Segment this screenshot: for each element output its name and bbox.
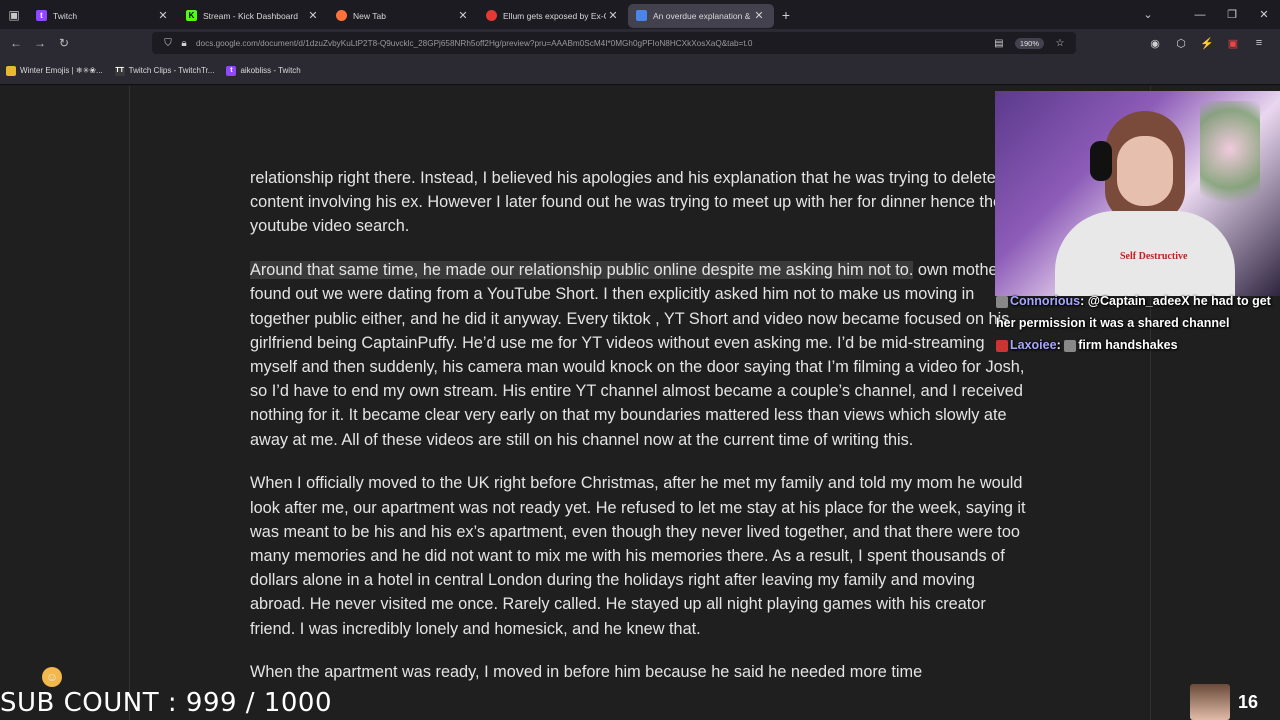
twitch-icon: t	[226, 65, 237, 76]
chat-text: firm handshakes	[1078, 338, 1178, 352]
chat-message: Laxoiee: firm handshakes	[996, 334, 1280, 356]
viewer-widget: 16	[1190, 684, 1258, 720]
shirt-text: Self Destructive	[1120, 251, 1188, 262]
selected-text[interactable]: Around that same time, he made our relat…	[250, 261, 914, 280]
forward-icon[interactable]: →	[28, 36, 52, 50]
lock-icon[interactable]: 🔒︎	[176, 38, 192, 49]
chevron-down-icon[interactable]: ⌄	[1132, 8, 1164, 21]
headset-icon	[1090, 141, 1112, 181]
address-bar[interactable]: ⛉ 🔒︎ docs.google.com/document/d/1dzuZvby…	[152, 32, 1076, 54]
sub-count: SUB COUNT : 999 / 1000	[0, 688, 332, 718]
close-icon[interactable]: ✕	[306, 9, 320, 22]
doc-paragraph[interactable]: relationship right there. Instead, I bel…	[250, 166, 1030, 239]
chat-username: Connorious	[1010, 294, 1081, 308]
doc-paragraph[interactable]: When the apartment was ready, I moved in…	[250, 660, 1030, 684]
document-body[interactable]: relationship right there. Instead, I bel…	[250, 166, 1030, 704]
minimize-icon[interactable]: —	[1184, 9, 1216, 21]
tab-strip: ▣ t Twitch ✕ K Stream - Kick Dashboard ✕…	[0, 0, 1280, 29]
emoji-icon: ☺	[42, 667, 62, 687]
reload-icon[interactable]: ↻	[52, 36, 76, 50]
extensions-icon[interactable]: ⬡	[1168, 37, 1194, 50]
toolbar-right: ◉ ⬡ ⚡ ▣ ≡	[1142, 29, 1272, 57]
folder-icon	[6, 65, 16, 76]
tab-new-tab[interactable]: New Tab ✕	[328, 4, 478, 28]
extension-icon[interactable]: ⚡	[1194, 37, 1220, 50]
doc-paragraph-continued[interactable]: own mother found out we were dating from…	[250, 261, 1024, 448]
user-badge-icon	[996, 295, 1008, 308]
streamer-face	[1117, 136, 1173, 206]
chat-username: Laxoiee	[1010, 338, 1057, 352]
youtube-icon	[486, 10, 497, 21]
tab-kick-dashboard[interactable]: K Stream - Kick Dashboard ✕	[178, 4, 328, 28]
close-window-icon[interactable]: ✕	[1248, 8, 1280, 21]
close-icon[interactable]: ✕	[456, 9, 470, 22]
chat-overlay: Connorious: @Captain_adeeX he had to get…	[996, 290, 1280, 356]
extension-red-icon[interactable]: ▣	[1220, 37, 1246, 50]
tab-title: Twitch	[53, 10, 78, 21]
shield-icon[interactable]: ⛉	[160, 38, 176, 49]
bookmark-star-icon[interactable]: ☆	[1052, 38, 1068, 49]
tab-title: Stream - Kick Dashboard	[203, 10, 298, 21]
bookmark-label: Twitch Clips - TwitchTr...	[128, 66, 215, 75]
account-icon[interactable]: ◉	[1142, 37, 1168, 50]
bookmark-twitch-clips[interactable]: TT Twitch Clips - TwitchTr...	[114, 65, 215, 76]
user-badge-icon	[996, 339, 1008, 352]
bookmark-winter-emojis[interactable]: Winter Emojis | ❄✳❀...	[6, 65, 103, 76]
chat-message: Connorious: @Captain_adeeX he had to get…	[996, 294, 1271, 330]
tab-title: Ellum gets exposed by Ex-GF Ca	[503, 10, 606, 21]
zoom-level[interactable]: 190%	[1014, 37, 1044, 49]
bookmarks-bar: Winter Emojis | ❄✳❀... TT Twitch Clips -…	[0, 57, 1280, 85]
doc-paragraph-highlighted[interactable]: Around that same time, he made our relat…	[250, 258, 1030, 452]
doc-paragraph[interactable]: When I officially moved to the UK right …	[250, 471, 1030, 640]
document-gutter	[0, 86, 130, 720]
maximize-icon[interactable]: ❐	[1216, 8, 1248, 21]
tab-twitch[interactable]: t Twitch ✕	[28, 4, 178, 28]
tab-title: New Tab	[353, 10, 386, 21]
close-icon[interactable]: ✕	[156, 9, 170, 22]
back-icon[interactable]: ←	[4, 36, 28, 50]
firefox-icon	[336, 10, 347, 21]
viewer-avatar	[1190, 684, 1230, 720]
kick-icon: K	[186, 10, 197, 21]
bookmark-label: aikobliss - Twitch	[240, 66, 301, 75]
christmas-tree	[1200, 101, 1260, 221]
google-docs-icon	[636, 10, 647, 21]
emote-icon	[1064, 339, 1077, 352]
tab-title: An overdue explanation & mov	[653, 10, 752, 21]
tab-youtube-video[interactable]: Ellum gets exposed by Ex-GF Ca ✕	[478, 4, 628, 28]
webcam-overlay: Self Destructive	[995, 91, 1280, 296]
window-controls: ⌄ — ❐ ✕	[1132, 0, 1280, 29]
url-text[interactable]: docs.google.com/document/d/1dzuZvbyKuLtP…	[192, 39, 991, 48]
close-icon[interactable]: ✕	[606, 9, 620, 22]
twitch-icon: t	[36, 10, 47, 21]
menu-icon[interactable]: ≡	[1246, 37, 1272, 49]
twitch-tracker-icon: TT	[114, 65, 125, 76]
close-icon[interactable]: ✕	[752, 9, 766, 22]
new-tab-button[interactable]: +	[774, 7, 798, 23]
tab-list-icon[interactable]: ▣	[0, 0, 28, 29]
navigation-bar: ← → ↻ ⛉ 🔒︎ docs.google.com/document/d/1d…	[0, 29, 1280, 57]
viewer-count: 16	[1238, 691, 1259, 712]
bookmark-label: Winter Emojis | ❄✳❀...	[20, 66, 103, 75]
bookmark-aikobliss-twitch[interactable]: t aikobliss - Twitch	[226, 65, 301, 76]
reader-view-icon[interactable]: ▤	[991, 38, 1007, 49]
tab-google-doc[interactable]: An overdue explanation & mov ✕	[628, 3, 774, 28]
